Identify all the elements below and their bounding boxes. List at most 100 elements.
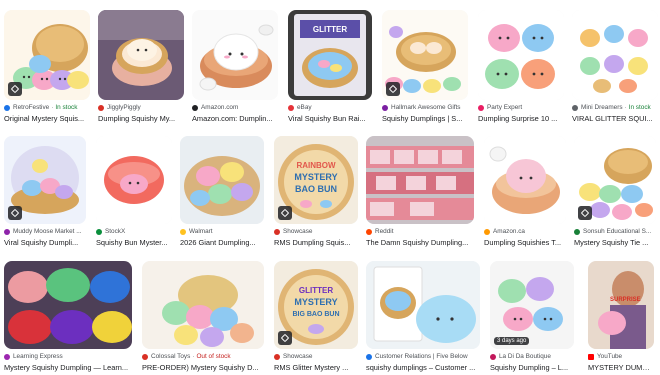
result-source: Muddy Moose Market ...: [4, 227, 86, 236]
result-title[interactable]: 2026 Giant Dumpling...: [180, 238, 264, 247]
result-source: Party Expert: [478, 103, 564, 112]
site-favicon-icon: [382, 104, 388, 111]
result-thumbnail[interactable]: [484, 136, 566, 224]
result-title[interactable]: Squishy Bun Myster...: [96, 238, 172, 247]
result-thumbnail[interactable]: [96, 136, 172, 224]
red-lid-bun-image: [96, 136, 172, 224]
result-card[interactable]: RetroFestive · In stock Original Mystery S…: [4, 10, 90, 123]
result-thumbnail[interactable]: [478, 10, 564, 100]
result-thumbnail[interactable]: [98, 10, 184, 100]
result-title[interactable]: Squishy Dumpling – L...: [490, 363, 574, 372]
result-card[interactable]: SURPRISE YouTube MYSTERY DUMPL...: [588, 261, 654, 372]
result-thumbnail[interactable]: [4, 136, 86, 224]
package-label: BIG BAO BUN: [292, 311, 339, 318]
giant-dumpling-plate-image: [180, 136, 264, 224]
result-card[interactable]: GLITTER eBay Viral Squishy Bun Rai...: [288, 10, 372, 123]
result-title[interactable]: VIRAL GLITTER SQUI...: [572, 114, 658, 123]
result-thumbnail[interactable]: [572, 10, 658, 100]
result-thumbnail[interactable]: [366, 136, 474, 224]
shopping-badge-icon: [8, 206, 22, 220]
result-card[interactable]: Amazon.com Amazon.com: Dumplin...: [192, 10, 278, 123]
result-title[interactable]: Viral Squishy Bun Rai...: [288, 114, 372, 123]
result-card[interactable]: GLITTER MYSTERY BIG BAO BUN Showcase RMS…: [274, 261, 358, 372]
posted-time-label: 3 days ago: [494, 337, 530, 345]
result-title[interactable]: Original Mystery Squis...: [4, 114, 90, 123]
result-card[interactable]: Hallmark Awesome Gifts Squishy Dumplings…: [382, 10, 468, 123]
result-thumbnail[interactable]: GLITTER: [288, 10, 372, 100]
package-label: BAO BUN: [295, 184, 337, 194]
result-title[interactable]: Amazon.com: Dumplin...: [192, 114, 278, 123]
result-title[interactable]: Dumpling Squishy My...: [98, 114, 184, 123]
package-label: GLITTER: [313, 25, 347, 34]
result-title[interactable]: Viral Squishy Dumpli...: [4, 238, 86, 247]
site-favicon-icon: [490, 353, 496, 360]
result-title[interactable]: squishy dumplings – Customer ...: [366, 363, 480, 372]
result-title[interactable]: MYSTERY DUMPL...: [588, 363, 654, 372]
result-card[interactable]: Reddit The Damn Squishy Dumpling...: [366, 136, 474, 247]
result-card[interactable]: Amazon.ca Dumpling Squishies T...: [484, 136, 566, 247]
white-bun-steamer-image: [192, 10, 278, 100]
result-thumbnail[interactable]: [142, 261, 264, 349]
blue-bun-package-image: [366, 261, 480, 349]
result-title[interactable]: RMS Glitter Mystery ...: [274, 363, 358, 372]
result-title[interactable]: Squishy Dumplings | S...: [382, 114, 468, 123]
result-source: Reddit: [366, 227, 474, 236]
result-source: Colossal Toys · Out of stock: [142, 352, 264, 361]
result-card[interactable]: 3 days ago La Di Da Boutique Squishy Dum…: [490, 261, 574, 372]
site-favicon-icon: [98, 104, 104, 111]
result-source: Customer Relations | Five Below: [366, 352, 480, 361]
result-title[interactable]: Mystery Squishy Dumpling — Learn...: [4, 363, 132, 372]
result-title[interactable]: Dumpling Squishies T...: [484, 238, 566, 247]
result-title[interactable]: The Damn Squishy Dumpling...: [366, 238, 474, 247]
result-thumbnail[interactable]: [180, 136, 264, 224]
shopping-badge-icon: [278, 331, 292, 345]
result-source: JigglyPiggly: [98, 103, 184, 112]
result-card[interactable]: Muddy Moose Market ... Viral Squishy Dum…: [4, 136, 86, 247]
result-thumbnail[interactable]: [4, 261, 132, 349]
result-source: eBay: [288, 103, 372, 112]
package-label: MYSTERY: [294, 172, 337, 182]
rainbow-buns-image: [478, 10, 564, 100]
site-favicon-icon: [572, 104, 578, 111]
result-thumbnail[interactable]: [4, 10, 90, 100]
result-card[interactable]: Colossal Toys · Out of stock PRE-ORDER) My…: [142, 261, 264, 372]
youtube-icon: [588, 353, 594, 360]
result-source: RetroFestive · In stock: [4, 103, 90, 112]
result-card[interactable]: Sonsuh Educational S... Mystery Squishy …: [574, 136, 656, 247]
result-thumbnail[interactable]: [192, 10, 278, 100]
site-favicon-icon: [484, 228, 490, 235]
result-title[interactable]: RMS Dumpling Squis...: [274, 238, 358, 247]
result-source: Sonsuh Educational S...: [574, 227, 656, 236]
result-title[interactable]: PRE-ORDER) Mystery Squishy D...: [142, 363, 264, 372]
package-label: GLITTER: [299, 286, 333, 295]
result-thumbnail[interactable]: SURPRISE: [588, 261, 654, 349]
result-card[interactable]: JigglyPiggly Dumpling Squishy My...: [98, 10, 184, 123]
site-favicon-icon: [274, 228, 280, 235]
result-source: Amazon.ca: [484, 227, 566, 236]
result-thumbnail[interactable]: GLITTER MYSTERY BIG BAO BUN: [274, 261, 358, 349]
result-thumbnail[interactable]: [366, 261, 480, 349]
result-card[interactable]: RAINBOW MYSTERY BAO BUN Showcase RMS Dum…: [274, 136, 358, 247]
result-card[interactable]: Learning Express Mystery Squishy Dumplin…: [4, 261, 132, 372]
pink-bun-steamer-image: [484, 136, 566, 224]
result-thumbnail[interactable]: 3 days ago: [490, 261, 574, 349]
result-thumbnail[interactable]: [382, 10, 468, 100]
site-favicon-icon: [574, 228, 580, 235]
result-card[interactable]: StockX Squishy Bun Myster...: [96, 136, 172, 247]
video-thumbnail-image: SURPRISE: [588, 261, 654, 349]
store-shelf-image: [366, 136, 474, 224]
result-source: La Di Da Boutique: [490, 352, 574, 361]
result-title[interactable]: Mystery Squishy Tie ...: [574, 238, 656, 247]
result-card[interactable]: Customer Relations | Five Below squishy …: [366, 261, 480, 372]
site-favicon-icon: [96, 228, 102, 235]
result-card[interactable]: Party Expert Dumpling Surprise 10 ...: [478, 10, 564, 123]
result-card[interactable]: Walmart 2026 Giant Dumpling...: [180, 136, 264, 247]
result-card[interactable]: Mini Dreamers · In stock VIRAL GLITTER SQU…: [572, 10, 658, 123]
result-source: Hallmark Awesome Gifts: [382, 103, 468, 112]
result-thumbnail[interactable]: [574, 136, 656, 224]
result-title[interactable]: Dumpling Surprise 10 ...: [478, 114, 564, 123]
site-favicon-icon: [142, 353, 148, 360]
result-source: Learning Express: [4, 352, 132, 361]
result-thumbnail[interactable]: RAINBOW MYSTERY BAO BUN: [274, 136, 358, 224]
handful-of-buns-image: [142, 261, 264, 349]
